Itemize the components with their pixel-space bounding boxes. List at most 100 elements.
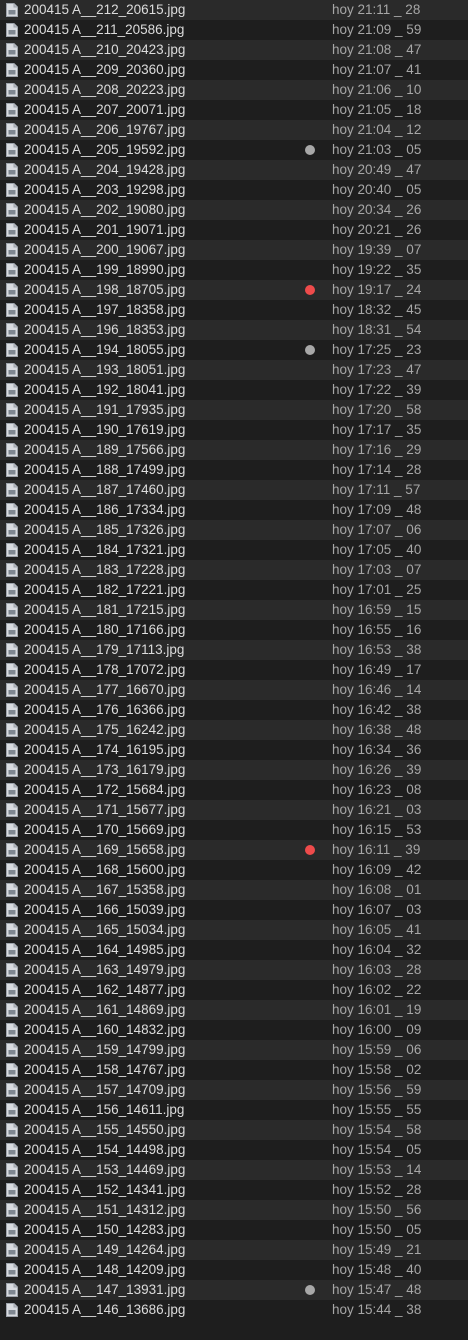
- file-row[interactable]: 200415 A__166_15039.jpg hoy 16:07 _ 03: [0, 900, 468, 920]
- file-row[interactable]: 200415 A__149_14264.jpg hoy 15:49 _ 21: [0, 1240, 468, 1260]
- file-row[interactable]: 200415 A__203_19298.jpg hoy 20:40 _ 05: [0, 180, 468, 200]
- file-date: hoy 15:55 _ 55: [332, 1102, 422, 1117]
- file-name: 200415 A__199_18990.jpg: [24, 262, 186, 277]
- document-icon: [6, 163, 18, 177]
- file-row[interactable]: 200415 A__169_15658.jpg hoy 16:11 _ 39: [0, 840, 468, 860]
- file-name: 200415 A__150_14283.jpg: [24, 1222, 186, 1237]
- file-row[interactable]: 200415 A__178_17072.jpg hoy 16:49 _ 17: [0, 660, 468, 680]
- file-row[interactable]: 200415 A__202_19080.jpg hoy 20:34 _ 26: [0, 200, 468, 220]
- file-date: hoy 15:48 _ 40: [332, 1262, 422, 1277]
- file-row[interactable]: 200415 A__211_20586.jpg hoy 21:09 _ 59: [0, 20, 468, 40]
- file-row[interactable]: 200415 A__151_14312.jpg hoy 15:50 _ 56: [0, 1200, 468, 1220]
- file-row[interactable]: 200415 A__190_17619.jpg hoy 17:17 _ 35: [0, 420, 468, 440]
- file-row[interactable]: 200415 A__150_14283.jpg hoy 15:50 _ 05: [0, 1220, 468, 1240]
- file-name: 200415 A__148_14209.jpg: [24, 1262, 186, 1277]
- file-row[interactable]: 200415 A__184_17321.jpg hoy 17:05 _ 40: [0, 540, 468, 560]
- file-row[interactable]: 200415 A__212_20615.jpg hoy 21:11 _ 28: [0, 0, 468, 20]
- file-date: hoy 15:50 _ 56: [332, 1202, 422, 1217]
- document-icon: [6, 1163, 18, 1177]
- document-icon: [6, 763, 18, 777]
- file-name: 200415 A__184_17321.jpg: [24, 542, 186, 557]
- file-row[interactable]: 200415 A__191_17935.jpg hoy 17:20 _ 58: [0, 400, 468, 420]
- file-row[interactable]: 200415 A__185_17326.jpg hoy 17:07 _ 06: [0, 520, 468, 540]
- file-row[interactable]: 200415 A__162_14877.jpg hoy 16:02 _ 22: [0, 980, 468, 1000]
- file-date: hoy 15:44 _ 38: [332, 1302, 422, 1317]
- file-row[interactable]: 200415 A__182_17221.jpg hoy 17:01 _ 25: [0, 580, 468, 600]
- file-row[interactable]: 200415 A__207_20071.jpg hoy 21:05 _ 18: [0, 100, 468, 120]
- file-row[interactable]: 200415 A__180_17166.jpg hoy 16:55 _ 16: [0, 620, 468, 640]
- file-row[interactable]: 200415 A__208_20223.jpg hoy 21:06 _ 10: [0, 80, 468, 100]
- document-icon: [6, 123, 18, 137]
- file-row[interactable]: 200415 A__158_14767.jpg hoy 15:58 _ 02: [0, 1060, 468, 1080]
- file-name: 200415 A__149_14264.jpg: [24, 1242, 186, 1257]
- file-row[interactable]: 200415 A__176_16366.jpg hoy 16:42 _ 38: [0, 700, 468, 720]
- file-row[interactable]: 200415 A__147_13931.jpg hoy 15:47 _ 48: [0, 1280, 468, 1300]
- file-row[interactable]: 200415 A__163_14979.jpg hoy 16:03 _ 28: [0, 960, 468, 980]
- file-name: 200415 A__157_14709.jpg: [24, 1082, 186, 1097]
- file-row[interactable]: 200415 A__148_14209.jpg hoy 15:48 _ 40: [0, 1260, 468, 1280]
- file-row[interactable]: 200415 A__183_17228.jpg hoy 17:03 _ 07: [0, 560, 468, 580]
- file-row[interactable]: 200415 A__204_19428.jpg hoy 20:49 _ 47: [0, 160, 468, 180]
- file-row[interactable]: 200415 A__159_14799.jpg hoy 15:59 _ 06: [0, 1040, 468, 1060]
- document-icon: [6, 463, 18, 477]
- file-row[interactable]: 200415 A__171_15677.jpg hoy 16:21 _ 03: [0, 800, 468, 820]
- document-icon: [6, 623, 18, 637]
- file-row[interactable]: 200415 A__155_14550.jpg hoy 15:54 _ 58: [0, 1120, 468, 1140]
- document-icon: [6, 323, 18, 337]
- document-icon: [6, 843, 18, 857]
- file-row[interactable]: 200415 A__173_16179.jpg hoy 16:26 _ 39: [0, 760, 468, 780]
- file-row[interactable]: 200415 A__188_17499.jpg hoy 17:14 _ 28: [0, 460, 468, 480]
- file-row[interactable]: 200415 A__197_18358.jpg hoy 18:32 _ 45: [0, 300, 468, 320]
- file-row[interactable]: 200415 A__157_14709.jpg hoy 15:56 _ 59: [0, 1080, 468, 1100]
- file-row[interactable]: 200415 A__192_18041.jpg hoy 17:22 _ 39: [0, 380, 468, 400]
- file-row[interactable]: 200415 A__161_14869.jpg hoy 16:01 _ 19: [0, 1000, 468, 1020]
- file-row[interactable]: 200415 A__194_18055.jpg hoy 17:25 _ 23: [0, 340, 468, 360]
- file-row[interactable]: 200415 A__200_19067.jpg hoy 19:39 _ 07: [0, 240, 468, 260]
- file-row[interactable]: 200415 A__179_17113.jpg hoy 16:53 _ 38: [0, 640, 468, 660]
- file-row[interactable]: 200415 A__210_20423.jpg hoy 21:08 _ 47: [0, 40, 468, 60]
- file-name: 200415 A__147_13931.jpg: [24, 1282, 186, 1297]
- file-row[interactable]: 200415 A__189_17566.jpg hoy 17:16 _ 29: [0, 440, 468, 460]
- file-row[interactable]: 200415 A__181_17215.jpg hoy 16:59 _ 15: [0, 600, 468, 620]
- file-row[interactable]: 200415 A__205_19592.jpg hoy 21:03 _ 05: [0, 140, 468, 160]
- file-row[interactable]: 200415 A__172_15684.jpg hoy 16:23 _ 08: [0, 780, 468, 800]
- document-icon: [6, 603, 18, 617]
- file-row[interactable]: 200415 A__187_17460.jpg hoy 17:11 _ 57: [0, 480, 468, 500]
- file-date: hoy 15:59 _ 06: [332, 1042, 422, 1057]
- file-row[interactable]: 200415 A__175_16242.jpg hoy 16:38 _ 48: [0, 720, 468, 740]
- file-name: 200415 A__193_18051.jpg: [24, 362, 186, 377]
- file-row[interactable]: 200415 A__167_15358.jpg hoy 16:08 _ 01: [0, 880, 468, 900]
- file-row[interactable]: 200415 A__193_18051.jpg hoy 17:23 _ 47: [0, 360, 468, 380]
- file-row[interactable]: 200415 A__177_16670.jpg hoy 16:46 _ 14: [0, 680, 468, 700]
- file-row[interactable]: 200415 A__206_19767.jpg hoy 21:04 _ 12: [0, 120, 468, 140]
- file-row[interactable]: 200415 A__196_18353.jpg hoy 18:31 _ 54: [0, 320, 468, 340]
- document-icon: [6, 363, 18, 377]
- file-name: 200415 A__175_16242.jpg: [24, 722, 186, 737]
- file-row[interactable]: 200415 A__186_17334.jpg hoy 17:09 _ 48: [0, 500, 468, 520]
- file-row[interactable]: 200415 A__198_18705.jpg hoy 19:17 _ 24: [0, 280, 468, 300]
- file-name: 200415 A__176_16366.jpg: [24, 702, 186, 717]
- file-row[interactable]: 200415 A__146_13686.jpg hoy 15:44 _ 38: [0, 1300, 468, 1320]
- file-row[interactable]: 200415 A__209_20360.jpg hoy 21:07 _ 41: [0, 60, 468, 80]
- file-row[interactable]: 200415 A__201_19071.jpg hoy 20:21 _ 26: [0, 220, 468, 240]
- file-date: hoy 16:09 _ 42: [332, 862, 422, 877]
- file-row[interactable]: 200415 A__152_14341.jpg hoy 15:52 _ 28: [0, 1180, 468, 1200]
- file-name: 200415 A__178_17072.jpg: [24, 662, 186, 677]
- file-date: hoy 21:07 _ 41: [332, 62, 422, 77]
- file-name: 200415 A__152_14341.jpg: [24, 1182, 186, 1197]
- file-row[interactable]: 200415 A__153_14469.jpg hoy 15:53 _ 14: [0, 1160, 468, 1180]
- file-row[interactable]: 200415 A__168_15600.jpg hoy 16:09 _ 42: [0, 860, 468, 880]
- file-date: hoy 20:34 _ 26: [332, 202, 422, 217]
- file-row[interactable]: 200415 A__170_15669.jpg hoy 16:15 _ 53: [0, 820, 468, 840]
- file-row[interactable]: 200415 A__154_14498.jpg hoy 15:54 _ 05: [0, 1140, 468, 1160]
- file-row[interactable]: 200415 A__174_16195.jpg hoy 16:34 _ 36: [0, 740, 468, 760]
- file-row[interactable]: 200415 A__199_18990.jpg hoy 19:22 _ 35: [0, 260, 468, 280]
- file-row[interactable]: 200415 A__165_15034.jpg hoy 16:05 _ 41: [0, 920, 468, 940]
- file-name: 200415 A__209_20360.jpg: [24, 62, 186, 77]
- file-name: 200415 A__185_17326.jpg: [24, 522, 186, 537]
- file-row[interactable]: 200415 A__164_14985.jpg hoy 16:04 _ 32: [0, 940, 468, 960]
- file-row[interactable]: 200415 A__156_14611.jpg hoy 15:55 _ 55: [0, 1100, 468, 1120]
- file-row[interactable]: 200415 A__160_14832.jpg hoy 16:00 _ 09: [0, 1020, 468, 1040]
- document-icon: [6, 743, 18, 757]
- file-date: hoy 17:07 _ 06: [332, 522, 422, 537]
